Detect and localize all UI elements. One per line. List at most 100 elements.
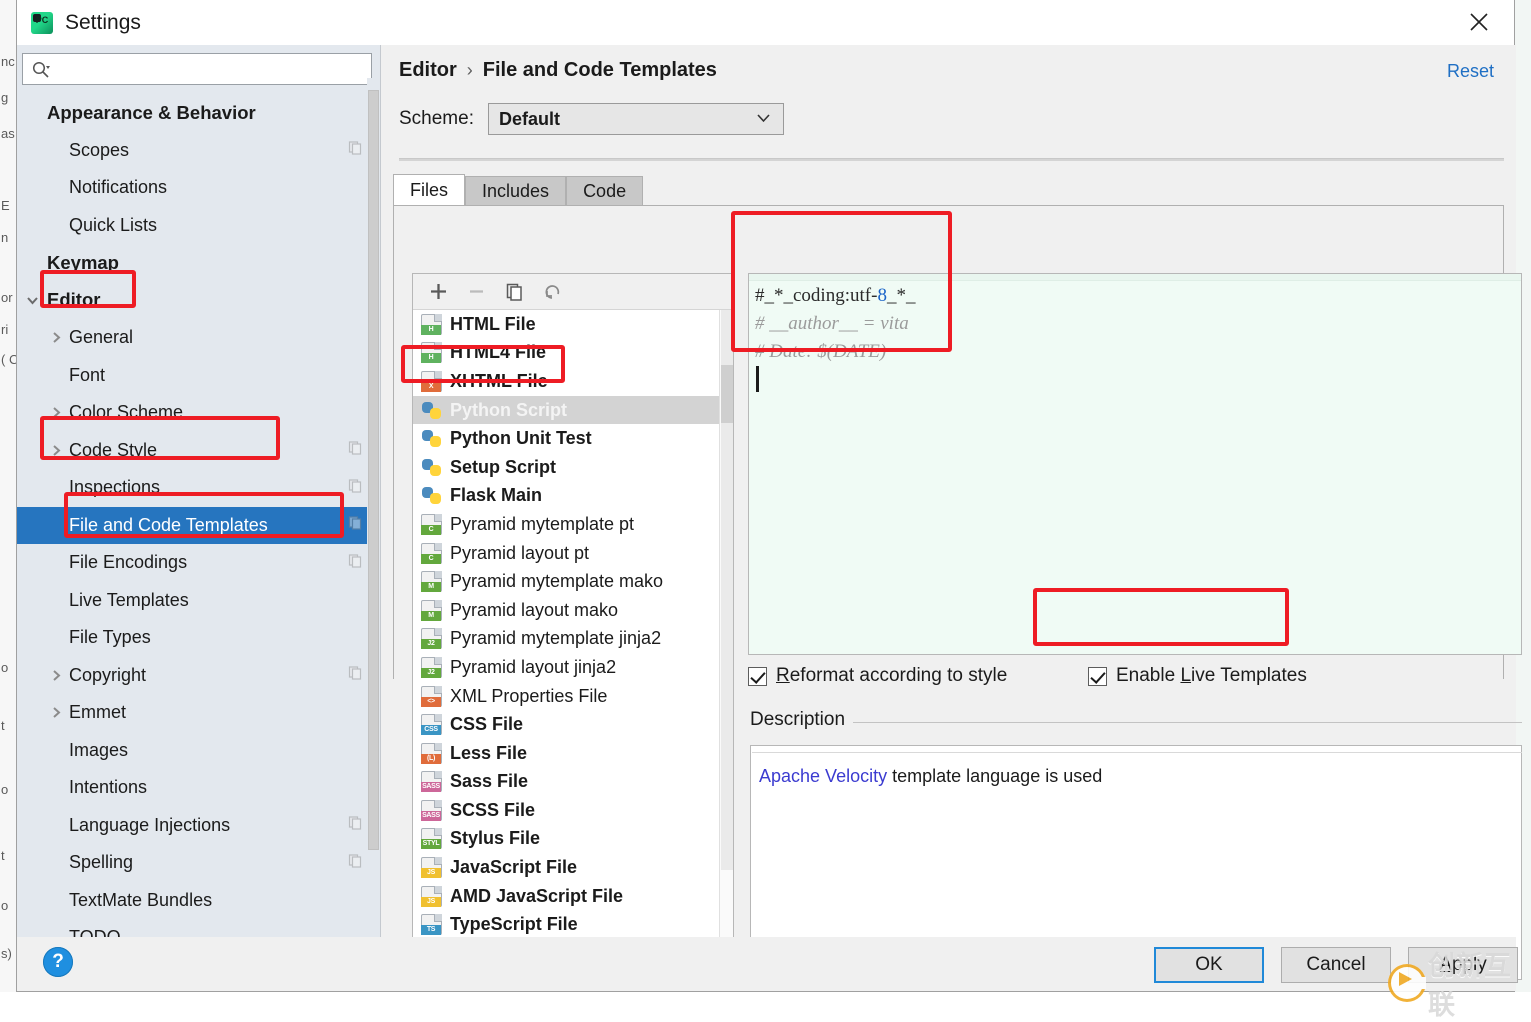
stylus-file-icon: STYL bbox=[421, 828, 442, 850]
template-item[interactable]: C Pyramid layout pt bbox=[413, 539, 733, 568]
template-item[interactable]: SASS Sass File bbox=[413, 768, 733, 797]
template-item-label: CSS File bbox=[450, 714, 524, 735]
bg-fragment: t bbox=[1, 718, 5, 733]
chevron-right-icon[interactable] bbox=[45, 669, 67, 682]
tab-code[interactable]: Code bbox=[566, 176, 644, 206]
live-templates-checkbox-box[interactable] bbox=[1088, 666, 1107, 686]
template-tabs[interactable]: Files Includes Code bbox=[393, 174, 644, 206]
sidebar-item-copyright[interactable]: Copyright bbox=[17, 657, 380, 695]
search-input[interactable] bbox=[50, 55, 371, 83]
chevron-right-icon[interactable] bbox=[45, 444, 67, 457]
sidebar-item-file-encodings[interactable]: File Encodings bbox=[17, 544, 380, 582]
tab-includes[interactable]: Includes bbox=[465, 176, 567, 206]
add-template-button[interactable] bbox=[423, 278, 453, 306]
sidebar-item-textmate-bundles[interactable]: TextMate Bundles bbox=[17, 882, 380, 920]
scheme-select[interactable]: Default bbox=[487, 103, 784, 135]
templates-list[interactable]: H HTML File H HTML4 File X XHTML File Python S… bbox=[413, 310, 733, 979]
cancel-button[interactable]: Cancel bbox=[1281, 947, 1391, 983]
copy-icon[interactable] bbox=[348, 852, 363, 873]
copy-template-button[interactable] bbox=[499, 278, 529, 306]
tab-files[interactable]: Files bbox=[393, 174, 466, 206]
sidebar-item-keymap[interactable]: Keymap bbox=[17, 244, 380, 282]
templates-scrollbar[interactable] bbox=[719, 310, 733, 979]
copy-icon[interactable] bbox=[348, 440, 363, 461]
template-editor[interactable]: #_*_coding:utf-8_*_ # __author__ = vita … bbox=[748, 273, 1522, 655]
template-item[interactable]: M Pyramid layout mako bbox=[413, 596, 733, 625]
sidebar-item-appearance-behavior[interactable]: Appearance & Behavior bbox=[17, 94, 380, 132]
template-item[interactable]: H HTML File bbox=[413, 310, 733, 339]
chevron-right-icon[interactable] bbox=[45, 406, 67, 419]
copy-icon[interactable] bbox=[348, 140, 363, 161]
sidebar-item-font[interactable]: Font bbox=[17, 357, 380, 395]
sidebar-item-intentions[interactable]: Intentions bbox=[17, 769, 380, 807]
template-item[interactable]: CSS CSS File bbox=[413, 710, 733, 739]
reformat-checkbox-box[interactable] bbox=[748, 666, 767, 686]
template-item[interactable]: Python Unit Test bbox=[413, 424, 733, 453]
breadcrumb-parent[interactable]: Editor bbox=[399, 59, 457, 82]
sidebar-item-color-scheme[interactable]: Color Scheme bbox=[17, 394, 380, 432]
live-templates-checkbox-label: Enable Live Templates bbox=[1116, 665, 1307, 686]
sidebar-item-quick-lists[interactable]: Quick Lists bbox=[17, 207, 380, 245]
apache-velocity-link[interactable]: Apache Velocity bbox=[759, 766, 887, 786]
dialog-body: Appearance & Behavior Scopes Notifications… bbox=[17, 45, 1522, 980]
search-box[interactable] bbox=[22, 53, 372, 85]
sidebar-item-general[interactable]: General bbox=[17, 319, 380, 357]
chevron-right-icon[interactable] bbox=[45, 706, 67, 719]
sidebar-item-label: General bbox=[69, 327, 134, 348]
sidebar-item-notifications[interactable]: Notifications bbox=[17, 169, 380, 207]
sidebar-item-spelling[interactable]: Spelling bbox=[17, 844, 380, 882]
sidebar-item-inspections[interactable]: Inspections bbox=[17, 469, 380, 507]
sidebar-item-file-and-code-templates[interactable]: File and Code Templates bbox=[17, 506, 380, 544]
live-templates-checkbox[interactable]: Enable Live Templates bbox=[1088, 665, 1307, 687]
sidebar-item-code-style[interactable]: Code Style bbox=[17, 432, 380, 470]
template-item-label: Pyramid mytemplate pt bbox=[450, 513, 635, 534]
sidebar-item-label: File and Code Templates bbox=[69, 514, 268, 535]
template-item[interactable]: C Pyramid mytemplate pt bbox=[413, 510, 733, 539]
templates-scrollbar-thumb[interactable] bbox=[721, 365, 733, 423]
template-item[interactable]: Flask Main bbox=[413, 482, 733, 511]
template-item-label: HTML4 File bbox=[450, 342, 547, 363]
chevron-right-icon[interactable] bbox=[45, 331, 67, 344]
template-item[interactable]: H HTML4 File bbox=[413, 339, 733, 368]
apply-button[interactable]: Apply bbox=[1408, 947, 1518, 983]
sidebar-item-file-types[interactable]: File Types bbox=[17, 619, 380, 657]
python-file-icon bbox=[421, 400, 442, 421]
chevron-down-icon[interactable] bbox=[21, 294, 43, 307]
tree-scrollbar[interactable] bbox=[367, 78, 380, 903]
template-item[interactable]: JS AMD JavaScript File bbox=[413, 882, 733, 911]
template-item[interactable]: JS JavaScript File bbox=[413, 853, 733, 882]
reset-template-button[interactable] bbox=[537, 278, 567, 306]
template-item[interactable]: TS TypeScript File bbox=[413, 910, 733, 939]
sidebar-item-todo[interactable]: TODO bbox=[17, 919, 380, 938]
template-item[interactable]: STYL Stylus File bbox=[413, 825, 733, 854]
template-item[interactable]: J2 Pyramid layout jinja2 bbox=[413, 653, 733, 682]
sidebar-item-emmet[interactable]: Emmet bbox=[17, 694, 380, 732]
copy-icon[interactable] bbox=[348, 665, 363, 686]
sidebar-item-language-injections[interactable]: Language Injections bbox=[17, 807, 380, 845]
copy-icon[interactable] bbox=[348, 515, 363, 536]
close-icon[interactable] bbox=[1450, 0, 1508, 44]
template-item[interactable]: J2 Pyramid mytemplate jinja2 bbox=[413, 625, 733, 654]
template-item[interactable]: M Pyramid mytemplate mako bbox=[413, 567, 733, 596]
copy-icon[interactable] bbox=[348, 477, 363, 498]
template-item[interactable]: X XHTML File bbox=[413, 367, 733, 396]
bg-fragment: o bbox=[1, 660, 9, 675]
template-item[interactable]: <> XML Properties File bbox=[413, 682, 733, 711]
reset-link[interactable]: Reset bbox=[1447, 61, 1494, 82]
sidebar-item-live-templates[interactable]: Live Templates bbox=[17, 582, 380, 620]
reformat-checkbox[interactable]: Reformat according to style bbox=[748, 665, 1078, 687]
template-item[interactable]: Python Script bbox=[413, 395, 733, 425]
sidebar-item-editor[interactable]: Editor bbox=[17, 282, 380, 320]
template-item[interactable]: Setup Script bbox=[413, 453, 733, 482]
template-item[interactable]: SASS SCSS File bbox=[413, 796, 733, 825]
copy-icon[interactable] bbox=[348, 815, 363, 836]
ok-button[interactable]: OK bbox=[1154, 947, 1264, 983]
help-button[interactable]: ? bbox=[43, 947, 73, 977]
settings-tree[interactable]: Appearance & Behavior Scopes Notifications… bbox=[17, 94, 380, 938]
tree-scrollbar-thumb[interactable] bbox=[368, 90, 379, 850]
template-item[interactable]: (L) Less File bbox=[413, 739, 733, 768]
sidebar-item-label: Spelling bbox=[69, 852, 134, 873]
copy-icon[interactable] bbox=[348, 552, 363, 573]
sidebar-item-images[interactable]: Images bbox=[17, 732, 380, 770]
sidebar-item-scopes[interactable]: Scopes bbox=[17, 132, 380, 170]
